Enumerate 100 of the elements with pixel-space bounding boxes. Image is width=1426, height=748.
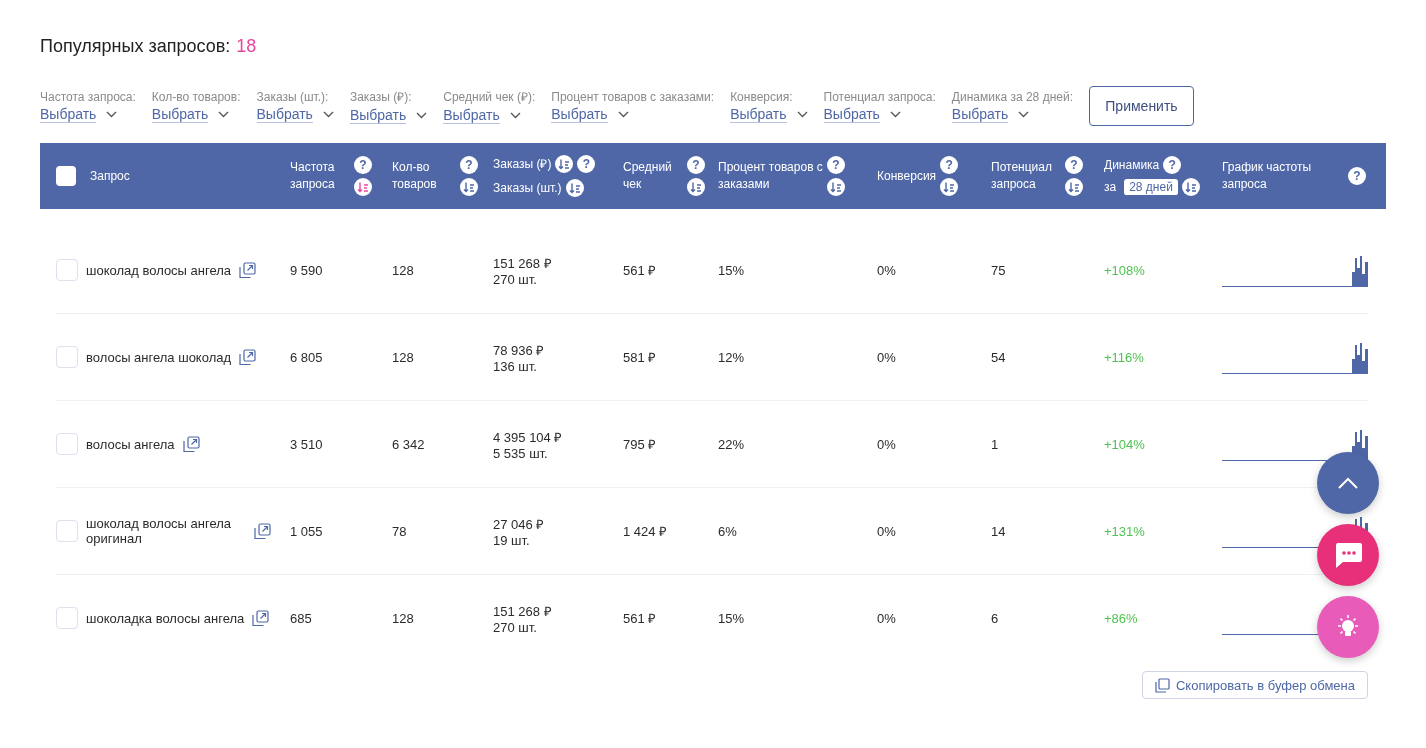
filter-label: Потенциал запроса: [823, 89, 936, 104]
table-cell-text: 19 шт. [493, 532, 531, 548]
sort-icon[interactable] [565, 179, 584, 197]
column-header: Динамика [1104, 156, 1160, 174]
query-text: шоколадка волосы ангела [86, 610, 245, 626]
column-header: Заказы (шт.) [493, 179, 562, 197]
select-all-checkbox[interactable] [56, 166, 76, 186]
chevron-down-icon [106, 110, 118, 118]
table-cell-text: 270 шт. [493, 271, 538, 287]
table-cell-text: +131% [1104, 523, 1146, 539]
help-icon[interactable]: ? [687, 156, 705, 174]
column-header: Кол-во товаров [392, 159, 438, 193]
help-icon[interactable]: ? [940, 156, 959, 174]
table-cell-text: 15% [718, 262, 746, 278]
filter-dropdown[interactable]: Выбрать [40, 105, 136, 123]
table-cell-text: 22% [718, 436, 746, 452]
apply-button[interactable]: Применить [1088, 86, 1194, 126]
row-checkbox[interactable] [56, 259, 78, 281]
help-icon[interactable]: ? [1163, 156, 1182, 174]
column-header: Конверсия [877, 167, 937, 185]
table-cell-text: 6 342 [392, 436, 426, 452]
table-cell-text: 0% [877, 262, 897, 278]
filter-dropdown[interactable]: Выбрать [951, 105, 1073, 123]
table-cell-text: 3 510 [290, 436, 324, 452]
help-icon[interactable]: ? [827, 156, 845, 174]
filter-label: Динамика за 28 дней: [951, 89, 1073, 104]
table-cell-text: 27 046 ₽ [493, 515, 546, 533]
table-cell-text: +116% [1104, 349, 1145, 365]
tips-button[interactable] [1317, 596, 1379, 658]
table-cell-text: 685 [290, 610, 313, 626]
filter-label: Частота запроса: [40, 89, 136, 104]
help-icon[interactable]: ? [354, 156, 372, 174]
column-header: Потенциал запроса [991, 159, 1053, 193]
external-link-icon[interactable] [239, 261, 257, 279]
row-checkbox[interactable] [56, 607, 78, 629]
chevron-down-icon [218, 110, 230, 118]
table-cell-text: 75 [991, 262, 1007, 278]
table-cell-text: 6% [718, 523, 738, 539]
table-cell-text: 4 395 104 ₽ [493, 428, 564, 446]
table-cell-text: 14 [991, 523, 1007, 539]
table-cell-text: 270 шт. [493, 619, 538, 635]
chevron-down-icon [889, 110, 901, 118]
filter-dropdown[interactable]: Выбрать [151, 105, 241, 123]
filter-dropdown[interactable]: Выбрать [349, 107, 428, 124]
table-cell-text: 0% [877, 523, 897, 539]
sort-icon[interactable] [555, 155, 574, 173]
chevron-down-icon [617, 110, 629, 118]
chevron-down-icon [322, 110, 334, 118]
chat-button[interactable] [1317, 524, 1379, 586]
table-cell-text: 1 [991, 436, 1000, 452]
table-cell-text: 128 [392, 349, 415, 365]
filter-dropdown[interactable]: Выбрать [551, 105, 715, 123]
help-icon[interactable]: ? [1065, 156, 1083, 174]
sort-icon[interactable] [1181, 178, 1200, 196]
filter-dropdown[interactable]: Выбрать [730, 105, 808, 123]
filter-label: Средний чек (₽): [443, 89, 536, 105]
filter-dropdown[interactable]: Выбрать [256, 105, 334, 123]
external-link-icon[interactable] [254, 522, 271, 540]
query-text: волосы ангела шоколад [86, 349, 232, 365]
query-text: волосы ангела [86, 436, 175, 452]
scroll-up-button[interactable] [1317, 452, 1379, 514]
sort-icon[interactable] [940, 178, 959, 196]
filter-dropdown[interactable]: Выбрать [823, 105, 936, 123]
column-header: Запрос [90, 167, 130, 185]
table-cell-text: 151 268 ₽ [493, 602, 553, 620]
external-link-icon[interactable] [239, 348, 257, 366]
query-text: шоколад волосы ангела оригинал [86, 516, 233, 546]
external-link-icon[interactable] [252, 609, 270, 627]
table-cell-text: 15% [718, 610, 746, 626]
table-cell-text: 581 ₽ [623, 349, 658, 366]
help-icon[interactable]: ? [460, 156, 478, 174]
column-header: Средний чек [623, 159, 673, 193]
sort-icon[interactable] [460, 178, 478, 196]
table-cell-text: 0% [877, 349, 897, 365]
help-icon[interactable]: ? [577, 155, 596, 173]
filter-dropdown[interactable]: Выбрать [443, 107, 536, 124]
filter-label: Кол-во товаров: [151, 89, 241, 104]
table-cell-text: 78 936 ₽ [493, 341, 546, 359]
table-cell-text: 6 805 [290, 349, 324, 365]
sort-icon[interactable] [687, 178, 705, 196]
row-checkbox[interactable] [56, 346, 78, 368]
filter-label: Заказы (шт.): [256, 89, 330, 104]
table-cell-text: 151 268 ₽ [493, 254, 553, 272]
copy-icon [1154, 677, 1170, 693]
table-cell-text: +104% [1104, 436, 1146, 452]
table-cell-text: 0% [877, 610, 897, 626]
period-selector[interactable]: 28 дней [1124, 178, 1178, 196]
row-checkbox[interactable] [56, 433, 78, 455]
help-icon[interactable]: ? [1348, 167, 1366, 185]
copy-button[interactable]: Скопировать в буфер обмена [1141, 671, 1368, 699]
column-header: Заказы (₽) [493, 155, 552, 173]
external-link-icon[interactable] [182, 435, 200, 453]
table-cell-text: 561 ₽ [623, 262, 658, 279]
column-header: за [1104, 178, 1117, 196]
sort-icon[interactable] [1065, 178, 1083, 196]
sort-icon[interactable] [827, 178, 845, 196]
row-checkbox[interactable] [56, 520, 78, 542]
table-cell-text: 78 [392, 523, 408, 539]
chevron-down-icon [509, 112, 521, 119]
sort-icon[interactable] [354, 178, 372, 196]
